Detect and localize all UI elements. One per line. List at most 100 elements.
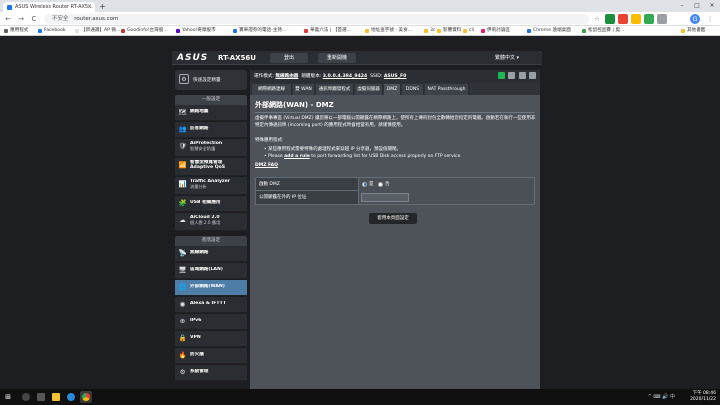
sidebar-item[interactable]: 📶 智慧型頻寬管理 Adaptive QoS: [175, 158, 247, 176]
tab-close-icon[interactable]: ×: [87, 2, 92, 12]
sidebar-item[interactable]: 📊 Traffic Analyzer 流量分析: [175, 177, 247, 195]
ssid-value[interactable]: ASUS_F0: [384, 74, 407, 79]
edge-icon[interactable]: [65, 391, 77, 403]
sidebar-item[interactable]: 🖥 區域網路(LAN): [175, 263, 247, 279]
minimize-button[interactable]: –: [675, 0, 689, 12]
bookmark-item[interactable]: 3c: [423, 26, 436, 35]
tab-4[interactable]: DMZ: [384, 84, 401, 95]
browser-toolbar: ← → C 不安全 router.asus.com ☆ G ⋮: [0, 12, 720, 26]
star-icon[interactable]: ☆: [592, 14, 602, 24]
bookmark-favicon-icon: [176, 29, 180, 33]
extension-icon[interactable]: [644, 14, 654, 24]
dmz-description: 虛擬伴事專區 (Virtual DMZ) 讓您將以一部電腦公開顯露在網際網路上，…: [255, 116, 536, 128]
bookmark-item[interactable]: 伊莉討論區: [480, 26, 510, 35]
enable-dmz-options: 是 否: [358, 178, 534, 191]
forward-button[interactable]: →: [16, 14, 26, 24]
clock[interactable]: 下午 08:46 2020/11/22: [690, 391, 716, 403]
apply-button[interactable]: 套用本頁面設定: [369, 213, 417, 224]
internet-status-icon[interactable]: [508, 72, 516, 79]
usb-icon[interactable]: [518, 72, 526, 79]
mode-value[interactable]: 無線路由器: [275, 74, 298, 79]
new-tab-button[interactable]: +: [98, 2, 107, 11]
exposed-ip-row: 公開顯露在外的 IP 位址: [256, 191, 534, 204]
bookmark-item[interactable]: 松鼠控盃賽 | 奧...: [581, 26, 625, 35]
sidebar-item[interactable]: 🔒 VPN: [175, 331, 247, 347]
search-button[interactable]: [20, 391, 32, 403]
sidebar-item-title: 外部網路(WAN): [190, 284, 225, 289]
bookmark-item[interactable]: Goodinfo!台灣股...: [120, 26, 168, 35]
tab-3[interactable]: 虛擬伺服器: [355, 84, 383, 95]
sidebar-item-title: Alexa & IFTTT: [190, 301, 226, 306]
sidebar-item[interactable]: 🧩 USB 相關應用: [175, 196, 247, 212]
sidebar-item-label: Alexa & IFTTT: [190, 301, 246, 306]
sidebar-item[interactable]: ☁ AiCloud 2.0 個人雲 2.0 應用: [175, 213, 247, 231]
exposed-ip-input[interactable]: [361, 193, 409, 202]
bookmark-item[interactable]: Facebook: [37, 26, 66, 35]
bookmark-label: 3c: [430, 28, 436, 33]
browser-tab[interactable]: ASUS Wireless Router RT-AX5... ×: [3, 2, 95, 12]
tab-1[interactable]: 雙 WAN: [293, 84, 315, 95]
wizard-icon: ⚙: [179, 74, 189, 84]
sidebar-item-title: 無線網路: [190, 250, 209, 255]
dmz-yes-radio[interactable]: [362, 181, 367, 187]
tab-2[interactable]: 通訊埠觸發程式: [316, 84, 354, 95]
sidebar-item[interactable]: 🗺 網路地圖: [175, 105, 247, 121]
sidebar-item[interactable]: 👥 訪客網路: [175, 122, 247, 138]
quick-setup-button[interactable]: ⚙ 快速設定精靈: [175, 70, 247, 90]
dmz-faq-link[interactable]: DMZ FAQ: [255, 163, 278, 168]
firmware-value[interactable]: 3.0.0.4.384_9424: [323, 74, 367, 79]
wifi-status-icon[interactable]: [529, 72, 536, 79]
tab-5[interactable]: DDNS: [402, 84, 424, 95]
extension-icon[interactable]: [605, 14, 615, 24]
extension-icon[interactable]: [618, 14, 628, 24]
bookmark-label: Facebook: [44, 28, 66, 33]
sidebar-item[interactable]: ◉ Alexa & IFTTT: [175, 297, 247, 313]
chrome-icon[interactable]: [80, 391, 92, 403]
bookmark-item[interactable]: 地址查字號 - 美食...: [364, 26, 412, 35]
close-window-button[interactable]: ×: [705, 0, 719, 12]
add-rule-link[interactable]: add a rule: [284, 154, 310, 159]
tab-6[interactable]: NAT Passthrough: [425, 84, 469, 95]
reload-button[interactable]: C: [29, 14, 39, 24]
maximize-button[interactable]: □: [690, 0, 704, 12]
system-tray[interactable]: ^ ⌨ 🔊 中: [648, 392, 675, 402]
bookmarks-bar: 應用程式 Facebook 【新通識】AP 微... Goodinfo!台灣股... Y…: [0, 26, 720, 36]
extension-icon[interactable]: [631, 14, 641, 24]
bookmark-item[interactable]: cli: [462, 26, 474, 35]
sidebar-item[interactable]: 🌐 外部網路(WAN): [175, 280, 247, 296]
language-select[interactable]: 繁體中文 ▾: [478, 53, 536, 63]
tab-0[interactable]: 網際網路連線: [252, 84, 292, 95]
bookmark-item[interactable]: 應用程式: [3, 26, 28, 35]
enable-dmz-row: 啟動 DMZ 是 否: [256, 178, 534, 191]
bookmark-item[interactable]: 華義六法 | 【首選...: [303, 26, 351, 35]
bookmark-item[interactable]: Yahoo!奇摩股市: [175, 26, 216, 35]
sidebar-item[interactable]: 🔥 防火牆: [175, 348, 247, 364]
sidebar-item-title: IPv6: [190, 318, 202, 323]
bookmark-item[interactable]: Chrome 遠端桌面: [526, 26, 571, 35]
sidebar-item[interactable]: 🛡 AiProtection 智慧安全防護: [175, 139, 247, 157]
address-bar[interactable]: 不安全 router.asus.com: [44, 14, 589, 24]
bookmark-item[interactable]: 寶華證券的電話-主持...: [232, 26, 286, 35]
bookmark-item[interactable]: 影響資料: [436, 26, 461, 35]
browser-menu-icon[interactable]: ⋮: [705, 14, 715, 24]
sidebar-item[interactable]: 📡 無線網路: [175, 246, 247, 262]
notes-list: • 某些應用程式需要特殊的處理程式來穿越 IP 分享器，預設值關閉。 • Ple…: [264, 146, 462, 160]
task-view-button[interactable]: [35, 391, 47, 403]
aimesh-icon[interactable]: [497, 72, 505, 79]
status-icons: [496, 72, 536, 81]
reboot-button[interactable]: 重新開機: [318, 53, 356, 63]
dmz-no-radio[interactable]: [378, 181, 383, 187]
bookmark-item[interactable]: 【新通識】AP 微...: [74, 26, 120, 35]
file-explorer-icon[interactable]: [50, 391, 62, 403]
bookmark-item[interactable]: 其他書籤: [680, 26, 705, 35]
special-apps-note: 特殊應用程式:: [255, 138, 284, 143]
extension-icon[interactable]: [657, 14, 667, 24]
ssid-label: SSID:: [370, 74, 383, 79]
profile-avatar[interactable]: G: [690, 14, 700, 24]
sidebar-item[interactable]: ⊕ IPv6: [175, 314, 247, 330]
back-button[interactable]: ←: [3, 14, 13, 24]
logout-button[interactable]: 登出: [270, 53, 308, 63]
sidebar-item[interactable]: ⚙ 系統管理: [175, 365, 247, 381]
bookmark-label: 松鼠控盃賽 | 奧...: [588, 28, 625, 33]
start-button[interactable]: ⊞: [4, 393, 12, 401]
